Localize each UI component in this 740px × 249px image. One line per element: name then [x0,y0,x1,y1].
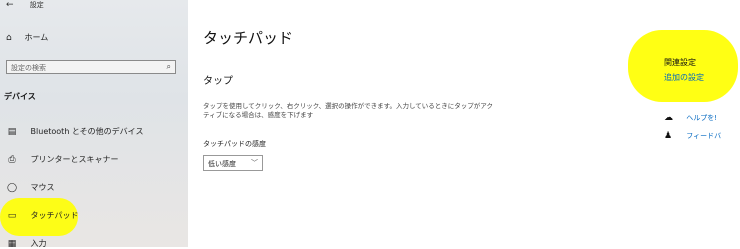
search-placeholder: 設定の検索 [11,64,46,72]
sidebar-item-touchpad[interactable]: ▭ タッチパッド [6,210,79,221]
feedback-link[interactable]: ♟ フィードバ [664,131,721,141]
sensitivity-value: 低い感度 [208,160,236,168]
help-link[interactable]: ☁ ヘルプを! [664,113,717,123]
search-icon[interactable]: ⌕ [167,62,171,72]
sidebar-item-label: プリンターとスキャナー [30,155,119,164]
related-settings-title: 関連設定 [664,58,696,67]
home-icon: ⌂ [6,33,12,43]
printer-icon: ⎙ [8,155,16,165]
feedback-person-icon: ♟ [664,131,673,141]
window-title: 設定 [29,1,44,9]
sidebar-home[interactable]: ⌂ ホーム [6,32,48,43]
touchpad-icon: ▭ [7,211,17,221]
window-titlebar: ← 設定 [6,0,44,10]
chevron-down-icon: ﹀ [251,159,258,167]
help-label: ヘルプを! [686,114,718,122]
sensitivity-label: タッチパッドの感度 [203,140,266,148]
back-arrow-icon[interactable]: ← [6,0,14,10]
additional-settings-link[interactable]: 追加の設定 [664,72,704,83]
sidebar-item-mouse[interactable]: ◯ マウス [6,182,55,193]
sidebar-home-label: ホーム [24,33,49,42]
feedback-label: フィードバ [686,132,722,140]
sidebar-item-label: マウス [30,183,55,192]
sensitivity-dropdown[interactable]: 低い感度 ﹀ [203,155,263,171]
sidebar-section-title: デバイス [4,92,36,101]
sidebar-item-label: タッチパッド [30,211,79,220]
keyboard-icon: ▦ [7,239,17,249]
sidebar-item-label: Bluetooth とその他のデバイス [30,127,144,136]
section-heading: タップ [203,76,233,87]
tap-description: タップを使用してクリック、右クリック、選択の操作ができます。入力しているときにタ… [203,102,493,119]
bluetooth-devices-icon: ▤ [7,127,17,137]
page-title: タッチパッド [203,29,294,47]
help-chat-icon: ☁ [664,113,673,123]
sidebar-item-printers[interactable]: ⎙ プリンターとスキャナー [6,154,119,165]
sidebar: ← 設定 ⌂ ホーム 設定の検索 ⌕ デバイス ▤ Bluetooth とその他… [0,0,188,249]
search-input[interactable]: 設定の検索 ⌕ [6,60,176,74]
mouse-icon: ◯ [6,183,18,193]
sidebar-item-input[interactable]: ▦ 入力 [6,238,47,249]
sidebar-item-bluetooth[interactable]: ▤ Bluetooth とその他のデバイス [6,126,144,137]
